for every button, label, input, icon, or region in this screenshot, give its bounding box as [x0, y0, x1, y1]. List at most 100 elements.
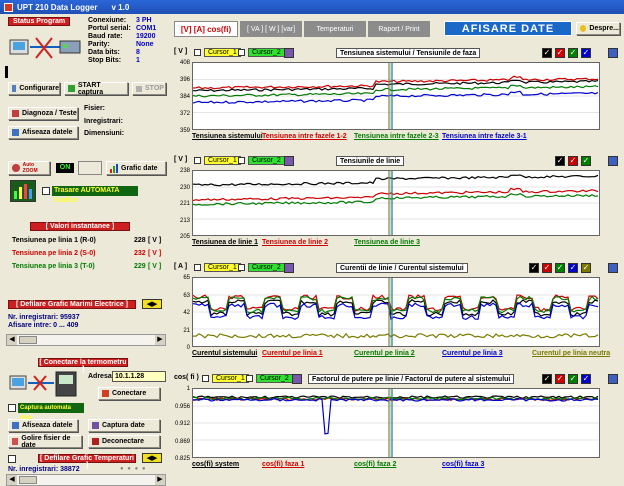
- instant-label: Tensiunea pe linia 2 (S-0): [12, 250, 96, 257]
- cursor-settings-icon[interactable]: [284, 263, 294, 273]
- series-toggle-checkbox[interactable]: ✓: [581, 263, 591, 273]
- chart-plot-area[interactable]: [192, 170, 600, 236]
- cursor2-checkbox[interactable]: [238, 264, 245, 271]
- show-data-button-2[interactable]: Afiseaza datele: [8, 419, 78, 432]
- legend-entry: cos(fi) faza 1: [262, 461, 305, 468]
- conn-label: Data bits:: [88, 49, 120, 56]
- legend-entry: Tensiunea de linie 1: [192, 239, 259, 246]
- y-tick-label: 396: [179, 77, 190, 83]
- series-toggle-checkbox[interactable]: ✓: [568, 156, 578, 166]
- start-capture-button[interactable]: START captura: [64, 82, 128, 96]
- chart-unit: [ A ]: [174, 263, 188, 270]
- cursor2-checkbox[interactable]: [238, 49, 245, 56]
- series-toggle-checkbox[interactable]: ✓: [542, 374, 552, 384]
- series-line: [192, 187, 599, 202]
- scroll-left-arrow[interactable]: ◀: [7, 335, 17, 345]
- tools-icon: [12, 110, 19, 117]
- auto-capture-checkbox[interactable]: [8, 404, 16, 412]
- chart-title: Tensiunile de linie: [336, 156, 405, 166]
- series-toggle-checkbox[interactable]: ✓: [581, 48, 591, 58]
- cursor1-checkbox[interactable]: [194, 264, 201, 271]
- temp-scroll-left-arrow[interactable]: ◀: [7, 475, 17, 485]
- cursor1-checkbox[interactable]: [194, 157, 201, 164]
- connect-button[interactable]: Conectare: [98, 387, 160, 400]
- chart-data-button[interactable]: Grafic date: [106, 161, 166, 175]
- address-input[interactable]: [112, 371, 166, 382]
- series-toggle-checkbox[interactable]: ✓: [542, 263, 552, 273]
- conn-value: COM1: [136, 25, 157, 32]
- temp-scroll-checkbox[interactable]: [8, 455, 16, 463]
- cursor2-checkbox[interactable]: [246, 375, 253, 382]
- scroll-thumb[interactable]: [19, 336, 37, 344]
- series-line: [192, 174, 599, 187]
- save-chart-icon[interactable]: [608, 156, 618, 166]
- y-tick-label: 42: [183, 310, 190, 316]
- zoom-toggle[interactable]: [78, 161, 102, 175]
- y-tick-label: 408: [179, 60, 190, 66]
- disconnect-button[interactable]: Deconectare: [88, 435, 160, 448]
- cursor1-checkbox[interactable]: [194, 49, 201, 56]
- instant-label: Tensiunea pe linia 3 (T-0): [12, 263, 95, 270]
- series-line: [192, 398, 599, 435]
- tab-va-cos[interactable]: [V] [A] cos(fi): [174, 21, 238, 37]
- chart-plot-area[interactable]: [192, 62, 600, 130]
- temp-scroll-thumb[interactable]: [19, 476, 37, 484]
- chart-unit: [ V ]: [174, 48, 188, 55]
- cursor-settings-icon[interactable]: [284, 48, 294, 58]
- about-button[interactable]: Despre...: [576, 22, 620, 35]
- capture-data-button[interactable]: Captura date: [88, 419, 160, 432]
- series-toggle-checkbox[interactable]: ✓: [555, 48, 565, 58]
- temp-scroll-right-arrow[interactable]: ▶: [155, 475, 165, 485]
- series-toggle-checkbox[interactable]: ✓: [568, 48, 578, 58]
- cursor2-checkbox[interactable]: [238, 157, 245, 164]
- chart-scrollbar[interactable]: ◀ ▶: [6, 334, 166, 346]
- series-toggle-checkbox[interactable]: ✓: [568, 374, 578, 384]
- auto-zoom-button[interactable]: Auto ZOOM: [8, 161, 50, 175]
- chart-svg: [192, 171, 599, 235]
- scroll-right-arrow[interactable]: ▶: [155, 335, 165, 345]
- save-chart-icon[interactable]: [608, 374, 618, 384]
- cursor-settings-icon[interactable]: [284, 156, 294, 166]
- show-data-button[interactable]: Afiseaza datele: [8, 126, 78, 139]
- info-icon: [580, 25, 587, 32]
- cursor-band: [388, 171, 393, 235]
- series-toggle-checkbox[interactable]: ✓: [568, 263, 578, 273]
- series-toggle-checkbox[interactable]: ✓: [529, 263, 539, 273]
- tab-temperatures[interactable]: Temperaturi: [304, 21, 366, 37]
- series-toggle-checkbox[interactable]: ✓: [555, 263, 565, 273]
- cursor-settings-icon[interactable]: [292, 374, 302, 384]
- temp-scroll-arrows-icon[interactable]: ◀▶: [142, 453, 162, 463]
- chart-unit: [ V ]: [174, 156, 188, 163]
- diagnose-button[interactable]: Diagnoza / Teste: [8, 107, 78, 120]
- window-version: v 1.0: [111, 2, 130, 12]
- temp-scrollbar[interactable]: ◀ ▶: [6, 474, 166, 486]
- series-toggle-checkbox[interactable]: ✓: [555, 156, 565, 166]
- instant-value: 232: [134, 250, 146, 257]
- clear-file-button[interactable]: Golire fisier de date: [8, 435, 82, 449]
- stop-button[interactable]: STOP: [132, 82, 166, 95]
- chart-plot-area[interactable]: [192, 388, 600, 458]
- series-toggle-checkbox[interactable]: ✓: [581, 156, 591, 166]
- cursor2-label: Cursor_2: [248, 156, 285, 165]
- series-toggle-checkbox[interactable]: ✓: [581, 374, 591, 384]
- chart-svg: [192, 63, 599, 129]
- save-chart-icon[interactable]: [608, 263, 618, 273]
- configure-button[interactable]: Configurare: [8, 82, 60, 95]
- tab-report[interactable]: Raport / Print: [368, 21, 430, 37]
- scroll-header: [ Defilare Grafic Marimi Electrice ]: [8, 300, 136, 309]
- conn-label: Baud rate:: [88, 33, 123, 40]
- series-toggle-checkbox[interactable]: ✓: [555, 374, 565, 384]
- tab-power[interactable]: [ VA ] [ W ] [var]: [240, 21, 302, 37]
- scroll-arrows-icon[interactable]: ◀▶: [142, 299, 162, 309]
- y-tick-label: 1: [186, 386, 190, 392]
- chart-plot-area[interactable]: [192, 277, 600, 347]
- series-toggle-checkbox[interactable]: ✓: [542, 48, 552, 58]
- cursor1-checkbox[interactable]: [202, 375, 209, 382]
- save-chart-icon[interactable]: [608, 48, 618, 58]
- y-tick-label: 205: [179, 234, 190, 240]
- y-tick-label: 230: [179, 184, 190, 191]
- legend-entry: cos(fi) system: [192, 461, 240, 468]
- cursor1-label: Cursor_1: [204, 263, 241, 272]
- auto-trace-checkbox[interactable]: [42, 187, 50, 195]
- y-tick-label: 65: [183, 275, 190, 281]
